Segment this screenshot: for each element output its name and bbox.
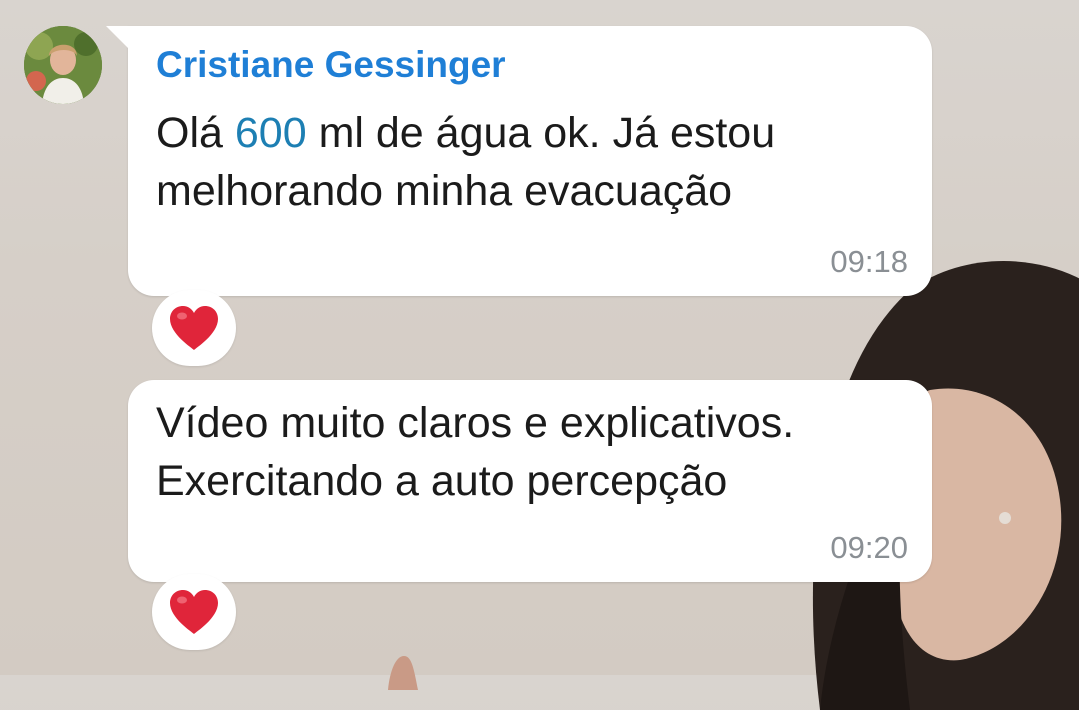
message-bubble[interactable]: Cristiane Gessinger Olá 600 ml de água o… bbox=[106, 26, 932, 296]
message-bubble[interactable]: Vídeo muito claros e explicativos. Exerc… bbox=[128, 380, 932, 582]
sender-avatar[interactable] bbox=[24, 26, 102, 104]
background-hand bbox=[388, 656, 418, 690]
sender-name[interactable]: Cristiane Gessinger bbox=[156, 44, 506, 86]
reaction-badge[interactable] bbox=[152, 290, 236, 366]
message-text-line: Vídeo muito claros e explicativos. bbox=[156, 399, 795, 447]
bubble-tail bbox=[106, 26, 128, 48]
message-text-segment: Olá bbox=[156, 109, 235, 157]
message-timestamp: 09:20 bbox=[830, 530, 908, 565]
message-text: Vídeo muito claros e explicativos. Exerc… bbox=[156, 394, 794, 510]
message-text-segment: ml de água ok. Já estou bbox=[306, 109, 776, 157]
heart-icon bbox=[170, 590, 218, 634]
heart-icon bbox=[170, 306, 218, 350]
number-link[interactable]: 600 bbox=[235, 109, 307, 157]
message-timestamp: 09:18 bbox=[830, 244, 908, 279]
message-text-line: melhorando minha evacuação bbox=[156, 167, 733, 215]
message-text: Olá 600 ml de água ok. Já estou melhoran… bbox=[156, 104, 775, 220]
message-text-line: Exercitando a auto percepção bbox=[156, 457, 728, 505]
reaction-badge[interactable] bbox=[152, 574, 236, 650]
